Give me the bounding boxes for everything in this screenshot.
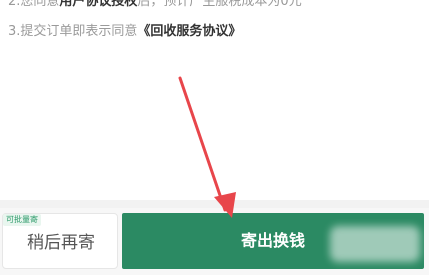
user-agreement-link[interactable]: 用户协议授权	[59, 0, 137, 9]
send-later-button[interactable]: 可批量寄 稍后再寄	[2, 213, 118, 269]
send-later-label: 稍后再寄	[27, 233, 95, 253]
note-submit-prefix: 3.提交订单即表示同意	[8, 24, 138, 39]
batch-send-badge: 可批量寄	[3, 214, 41, 226]
order-confirm-screen: 2.您同意用户协议授权后，预计产生服税成本为0元 3.提交订单即表示同意《回收服…	[0, 0, 429, 275]
watermark	[330, 226, 420, 262]
note-consent-line: 2.您同意用户协议授权后，预计产生服税成本为0元	[8, 0, 302, 10]
note-consent-prefix: 2.您同意	[8, 0, 60, 9]
agreement-notes: 2.您同意用户协议授权后，预计产生服税成本为0元 3.提交订单即表示同意《回收服…	[0, 0, 429, 200]
recycle-service-agreement-link[interactable]: 《回收服务协议》	[137, 24, 241, 39]
note-consent-suffix: 后，预计产生服税成本为0元	[137, 0, 302, 9]
note-submit-line: 3.提交订单即表示同意《回收服务协议》	[8, 24, 241, 40]
